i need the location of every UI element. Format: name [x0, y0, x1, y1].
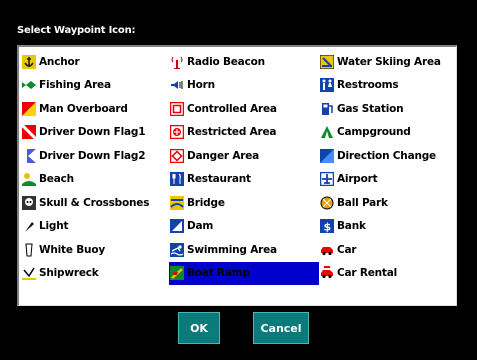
icon-option-restaurant[interactable]: Restaurant — [169, 168, 319, 192]
dialog-title: Select Waypoint Icon: — [17, 25, 136, 36]
icon-option-label: Driver Down Flag2 — [39, 149, 146, 162]
icon-option-label: Airport — [337, 173, 378, 186]
icon-option-label: Car — [337, 243, 357, 256]
svg-text:$: $ — [324, 221, 331, 234]
man-overboard-icon — [22, 101, 36, 116]
icon-option-label: Swimming Area — [187, 243, 277, 256]
icon-option-label: Bank — [337, 220, 366, 233]
icon-option-diver-flag1[interactable]: Driver Down Flag1 — [20, 121, 169, 145]
icon-option-direction-change[interactable]: Direction Change — [319, 144, 456, 168]
icon-option-restricted-area[interactable]: Restricted Area — [169, 121, 319, 145]
icon-option-controlled-area[interactable]: Controlled Area — [169, 97, 319, 121]
icon-option-light[interactable]: Light — [21, 215, 169, 239]
cancel-button[interactable]: Cancel — [253, 312, 309, 344]
icon-option-label: Light — [39, 220, 69, 233]
icon-option-shipwreck[interactable]: Shipwreck — [21, 262, 169, 286]
icon-grid: Anchor Radio Beacon Water Skiing Area Fishi… — [20, 50, 456, 286]
icon-option-label: Skull & Crossbones — [39, 196, 150, 209]
icon-option-bank[interactable]: $ Bank — [319, 215, 456, 239]
icon-option-gas-station[interactable]: Gas Station — [319, 97, 456, 121]
horn-icon — [170, 78, 184, 92]
icon-option-label: White Buoy — [39, 243, 105, 256]
buoy-icon — [22, 243, 36, 257]
icon-option-label: Anchor — [39, 55, 80, 68]
icon-option-label: Beach — [39, 173, 74, 186]
icon-option-danger-area[interactable]: Danger Area — [169, 144, 319, 168]
icon-option-anchor[interactable]: Anchor — [21, 50, 169, 74]
diver-flag1-icon — [20, 124, 38, 141]
icon-option-label: Driver Down Flag1 — [39, 126, 146, 139]
icon-option-label: Campground — [337, 126, 411, 139]
restaurant-icon — [170, 172, 184, 187]
icon-option-beach[interactable]: Beach — [21, 168, 169, 192]
danger-area-icon — [169, 148, 185, 163]
icon-option-label: Gas Station — [337, 102, 404, 115]
anchor-icon — [22, 54, 36, 69]
icon-option-horn[interactable]: Horn — [169, 74, 319, 98]
icon-option-bridge[interactable]: Bridge — [169, 191, 319, 215]
icon-option-label: Restaurant — [187, 173, 251, 186]
icon-option-label: Bridge — [187, 196, 225, 209]
icon-option-label: Restricted Area — [187, 126, 277, 139]
water-skiing-icon — [319, 54, 335, 70]
icon-option-swimming[interactable]: Swimming Area — [169, 238, 319, 262]
icon-option-car[interactable]: Car — [319, 238, 456, 262]
icon-option-boat-ramp[interactable]: Boat Ramp — [169, 261, 319, 285]
icon-option-label: Danger Area — [187, 149, 260, 162]
skull-icon — [22, 195, 36, 210]
icon-list[interactable]: Anchor Radio Beacon Water Skiing Area Fishi… — [17, 45, 457, 306]
icon-option-water-skiing[interactable]: Water Skiing Area — [319, 50, 456, 74]
car-icon — [320, 243, 334, 257]
restrooms-icon — [320, 78, 334, 93]
diver-flag2-icon — [22, 148, 36, 163]
waypoint-icon-dialog: Select Waypoint Icon: Anchor Radio Beacon… — [17, 25, 457, 306]
restricted-area-icon — [169, 125, 185, 140]
bridge-icon — [170, 195, 184, 210]
radio-beacon-icon — [170, 55, 184, 70]
icon-option-label: Direction Change — [337, 149, 436, 162]
light-icon — [22, 219, 36, 233]
icon-option-label: Restrooms — [337, 79, 399, 92]
icon-option-label: Ball Park — [337, 196, 388, 209]
icon-option-label: Water Skiing Area — [337, 55, 441, 68]
icon-option-ball-park[interactable]: Ball Park — [319, 191, 456, 215]
icon-option-campground[interactable]: Campground — [319, 121, 456, 145]
icon-option-label: Horn — [187, 79, 215, 92]
direction-change-icon — [320, 148, 334, 163]
fish-icon — [22, 78, 36, 92]
icon-option-car-rental[interactable]: Car Rental — [319, 262, 456, 286]
icon-option-label: Fishing Area — [39, 79, 111, 92]
icon-option-dam[interactable]: Dam — [169, 215, 319, 239]
beach-icon — [22, 172, 36, 187]
icon-option-airport[interactable]: Airport — [319, 168, 456, 192]
icon-option-label: Shipwreck — [39, 267, 99, 280]
icon-option-label: Boat Ramp — [187, 267, 250, 280]
icon-option-label: Dam — [187, 220, 214, 233]
icon-option-radio-beacon[interactable]: Radio Beacon — [169, 50, 319, 74]
boat-ramp-icon — [170, 266, 184, 281]
icon-option-man-overboard[interactable]: Man Overboard — [21, 97, 169, 121]
icon-option-buoy[interactable]: White Buoy — [21, 238, 169, 262]
bank-icon: $ — [320, 219, 334, 234]
icon-option-label: Controlled Area — [187, 102, 277, 115]
controlled-area-icon — [169, 101, 185, 116]
icon-option-skull[interactable]: Skull & Crossbones — [21, 191, 169, 215]
gas-station-icon — [320, 102, 334, 116]
ball-park-icon — [320, 196, 334, 210]
icon-option-label: Radio Beacon — [187, 55, 265, 68]
swimming-icon — [170, 242, 184, 257]
icon-option-label: Car Rental — [337, 267, 398, 280]
ok-button[interactable]: OK — [178, 312, 220, 344]
icon-option-diver-flag2[interactable]: Driver Down Flag2 — [21, 144, 169, 168]
shipwreck-icon — [22, 266, 36, 281]
icon-option-fish[interactable]: Fishing Area — [21, 74, 169, 98]
airport-icon — [319, 172, 335, 187]
car-rental-icon — [320, 266, 334, 280]
icon-option-label: Man Overboard — [39, 102, 128, 115]
campground-icon — [320, 125, 334, 139]
icon-option-restrooms[interactable]: Restrooms — [319, 74, 456, 98]
dam-icon — [170, 219, 184, 234]
